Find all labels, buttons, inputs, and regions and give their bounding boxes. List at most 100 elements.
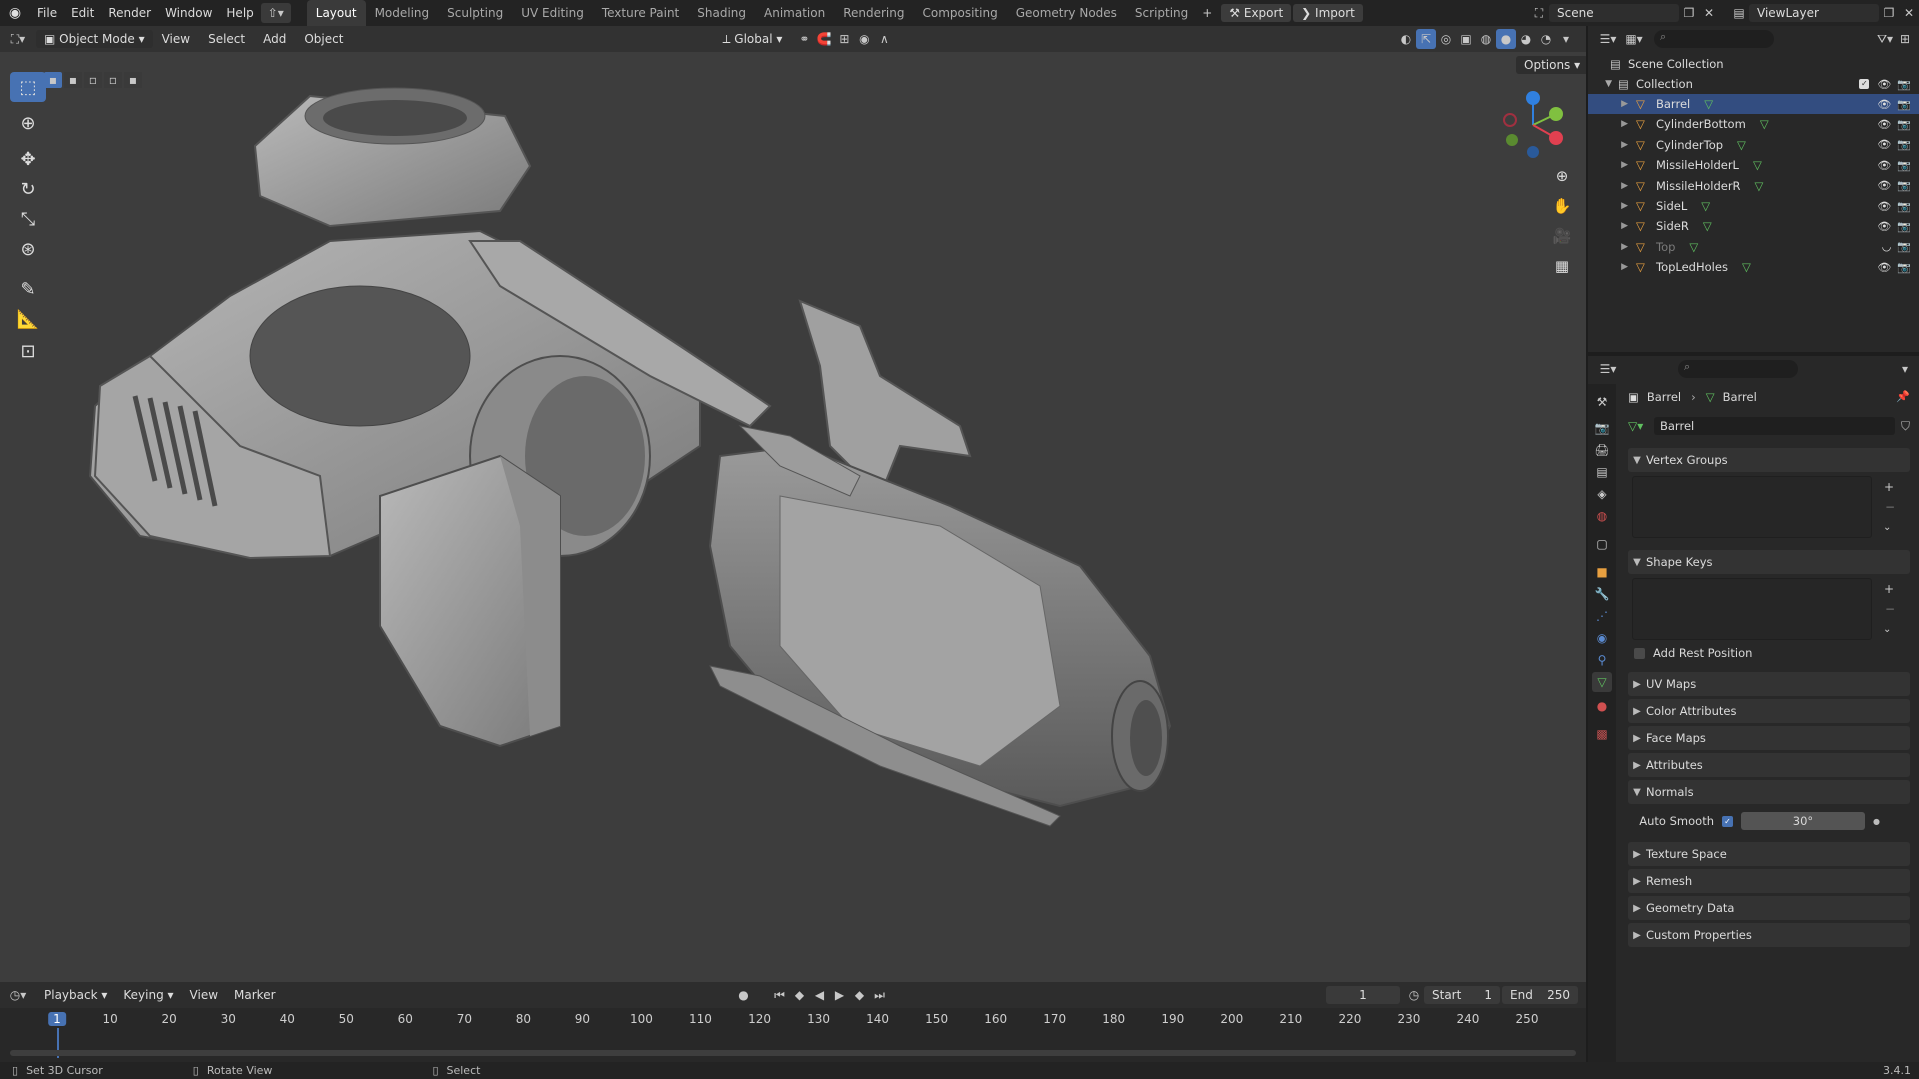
mesh-browse-icon[interactable]: ▽▾ [1628, 419, 1654, 433]
physics-tab-icon[interactable]: ◉ [1592, 628, 1612, 648]
visibility-eye-icon[interactable]: 👁 [1877, 200, 1891, 213]
expand-arrow-icon[interactable]: ▶ [1588, 181, 1628, 191]
select-invert-icon[interactable]: ▫ [104, 72, 122, 88]
scene-selector[interactable]: Scene [1549, 4, 1679, 22]
select-intersect-icon[interactable]: ▪ [124, 72, 142, 88]
delete-viewlayer-icon[interactable]: ✕ [1899, 3, 1919, 23]
mesh-data-icon[interactable]: ▽ [1753, 158, 1762, 172]
uv-maps-panel[interactable]: ▶ UV Maps [1628, 672, 1910, 696]
mesh-data-icon[interactable]: ▽ [1704, 97, 1713, 111]
annotate-tool-icon[interactable]: ✎ [10, 274, 46, 304]
visibility-eye-icon[interactable]: 👁 [1877, 179, 1891, 192]
expand-arrow-icon[interactable]: ▶ [1588, 99, 1628, 109]
measure-tool-icon[interactable]: 📐 [10, 304, 46, 334]
tab-modeling[interactable]: Modeling [366, 0, 439, 26]
collection-expand-icon[interactable]: ▼ [1588, 79, 1612, 89]
menu-help[interactable]: Help [219, 0, 260, 26]
world-tab-icon[interactable]: ◍ [1592, 506, 1612, 526]
render-camera-icon[interactable]: 📷 [1897, 159, 1911, 172]
import-button[interactable]: ❯ Import [1293, 4, 1363, 22]
visibility-eye-icon[interactable]: 👁 [1877, 261, 1891, 274]
mesh-data-icon[interactable]: ▽ [1760, 117, 1769, 131]
expand-arrow-icon[interactable]: ▶ [1588, 160, 1628, 170]
vertex-group-menu-icon[interactable]: ⌄ [1883, 522, 1891, 533]
select-box-tool-icon[interactable]: ⬚ [10, 72, 46, 102]
falloff-icon[interactable]: ∧ [874, 29, 894, 49]
auto-smooth-angle-field[interactable]: 30° [1741, 812, 1865, 830]
viewlayer-icon[interactable]: ▤ [1729, 3, 1749, 23]
texture-tab-icon[interactable]: ▩ [1592, 724, 1612, 744]
collection-tab-icon[interactable]: ▢ [1592, 534, 1612, 554]
menu-render[interactable]: Render [101, 0, 158, 26]
collection-render-camera-icon[interactable]: 📷 [1897, 78, 1911, 91]
properties-editor[interactable]: ☰▾ ⌕ ▾ ⚒ 📷 🖨 ▤ ◈ ◍ ▢ ■ 🔧 ⋰ ◉ ⚲ ▽ ● ▩ ▣ B… [1588, 356, 1919, 1062]
tab-uv-editing[interactable]: UV Editing [512, 0, 593, 26]
solid-shading-icon[interactable]: ● [1496, 29, 1516, 49]
menu-window[interactable]: Window [158, 0, 219, 26]
overlay-icon[interactable]: ◎ [1436, 29, 1456, 49]
tab-sculpting[interactable]: Sculpting [438, 0, 512, 26]
tab-compositing[interactable]: Compositing [913, 0, 1006, 26]
shape-keys-panel[interactable]: ▼ Shape Keys [1628, 550, 1910, 574]
render-camera-icon[interactable]: 📷 [1897, 179, 1911, 192]
add-workspace-icon[interactable]: + [1197, 3, 1217, 23]
menu-edit[interactable]: Edit [64, 0, 101, 26]
collection-checkbox[interactable]: ✓ [1859, 79, 1870, 89]
shape-key-add-icon[interactable]: + [1884, 582, 1894, 596]
snap-icon[interactable]: 🧲 [814, 29, 834, 49]
viewport-menu-select[interactable]: Select [199, 32, 254, 46]
vertex-groups-list[interactable] [1632, 476, 1872, 538]
object-tab-icon[interactable]: ■ [1592, 562, 1612, 582]
remesh-panel[interactable]: ▶ Remesh [1628, 869, 1910, 893]
options-button[interactable]: Options ▾ [1516, 56, 1586, 74]
visibility-eye-icon[interactable]: ◡ [1882, 240, 1892, 253]
new-collection-icon[interactable]: ⊞ [1895, 29, 1915, 49]
view-layer-tab-icon[interactable]: ▤ [1592, 462, 1612, 482]
add-rest-position-row[interactable]: Add Rest Position [1634, 646, 1752, 660]
expand-arrow-icon[interactable]: ▶ [1588, 140, 1628, 150]
mesh-datablock-selector[interactable]: ▽▾ Barrel ⛉ [1628, 416, 1910, 436]
add-rest-position-checkbox[interactable] [1634, 647, 1645, 659]
properties-options-icon[interactable]: ▾ [1895, 359, 1915, 379]
tab-geometry-nodes[interactable]: Geometry Nodes [1007, 0, 1126, 26]
vertex-group-remove-icon[interactable]: − [1885, 500, 1895, 514]
mesh-data-icon[interactable]: ▽ [1689, 240, 1698, 254]
custom-properties-panel[interactable]: ▶ Custom Properties [1628, 923, 1910, 947]
blender-logo-icon[interactable]: ◉ [0, 5, 30, 21]
visibility-eye-icon[interactable]: 👁 [1877, 138, 1891, 151]
xray-icon[interactable]: ▣ [1456, 29, 1476, 49]
rendered-shading-icon[interactable]: ◔ [1536, 29, 1556, 49]
cursor-tool-icon[interactable]: ⊕ [10, 108, 46, 138]
outliner-row-cylinderbottom[interactable]: ▶ ▽ CylinderBottom ▽ 👁 📷 [1588, 114, 1919, 134]
mesh-data-icon[interactable]: ▽ [1703, 219, 1712, 233]
tab-layout[interactable]: Layout [306, 0, 366, 26]
render-camera-icon[interactable]: 📷 [1897, 220, 1911, 233]
scene-collection-row[interactable]: ▤ Scene Collection [1588, 54, 1919, 74]
visibility-eye-icon[interactable]: 👁 [1877, 98, 1891, 111]
expand-arrow-icon[interactable]: ▶ [1588, 201, 1628, 211]
orientation-selector[interactable]: ⟂ Global ▾ [722, 32, 782, 47]
shape-keys-list[interactable] [1632, 578, 1872, 640]
viewport-menu-view[interactable]: View [153, 32, 199, 46]
select-new-icon[interactable]: ▪ [44, 72, 62, 88]
shape-key-remove-icon[interactable]: − [1885, 602, 1895, 616]
shape-key-menu-icon[interactable]: ⌄ [1883, 624, 1891, 635]
transform-tool-icon[interactable]: ⊛ [10, 234, 46, 264]
auto-smooth-checkbox[interactable]: ✓ [1722, 815, 1733, 827]
filter-icon[interactable]: ⛛▾ [1875, 29, 1895, 49]
tab-rendering[interactable]: Rendering [834, 0, 913, 26]
constraints-tab-icon[interactable]: ⚲ [1592, 650, 1612, 670]
outliner-row-topledholes[interactable]: ▶ ▽ TopLedHoles ▽ 👁 📷 [1588, 257, 1919, 277]
scale-tool-icon[interactable]: ⤡ [10, 204, 46, 234]
outliner-row-top[interactable]: ▶ ▽ Top ▽ ◡ 📷 [1588, 237, 1919, 257]
particles-tab-icon[interactable]: ⋰ [1592, 606, 1612, 626]
render-camera-icon[interactable]: 📷 [1897, 200, 1911, 213]
outliner-editor[interactable]: ☰▾ ▦▾ ⌕ ⛛▾ ⊞ ▤ Scene Collection ▼ ▤ Coll… [1588, 26, 1919, 354]
new-viewlayer-icon[interactable]: ❐ [1879, 3, 1899, 23]
select-extend-icon[interactable]: ▪ [64, 72, 82, 88]
visibility-eye-icon[interactable]: 👁 [1877, 220, 1891, 233]
tab-animation[interactable]: Animation [755, 0, 834, 26]
viewport-menu-object[interactable]: Object [295, 32, 352, 46]
render-camera-icon[interactable]: 📷 [1897, 138, 1911, 151]
export-button[interactable]: ⚒ Export [1221, 4, 1292, 22]
